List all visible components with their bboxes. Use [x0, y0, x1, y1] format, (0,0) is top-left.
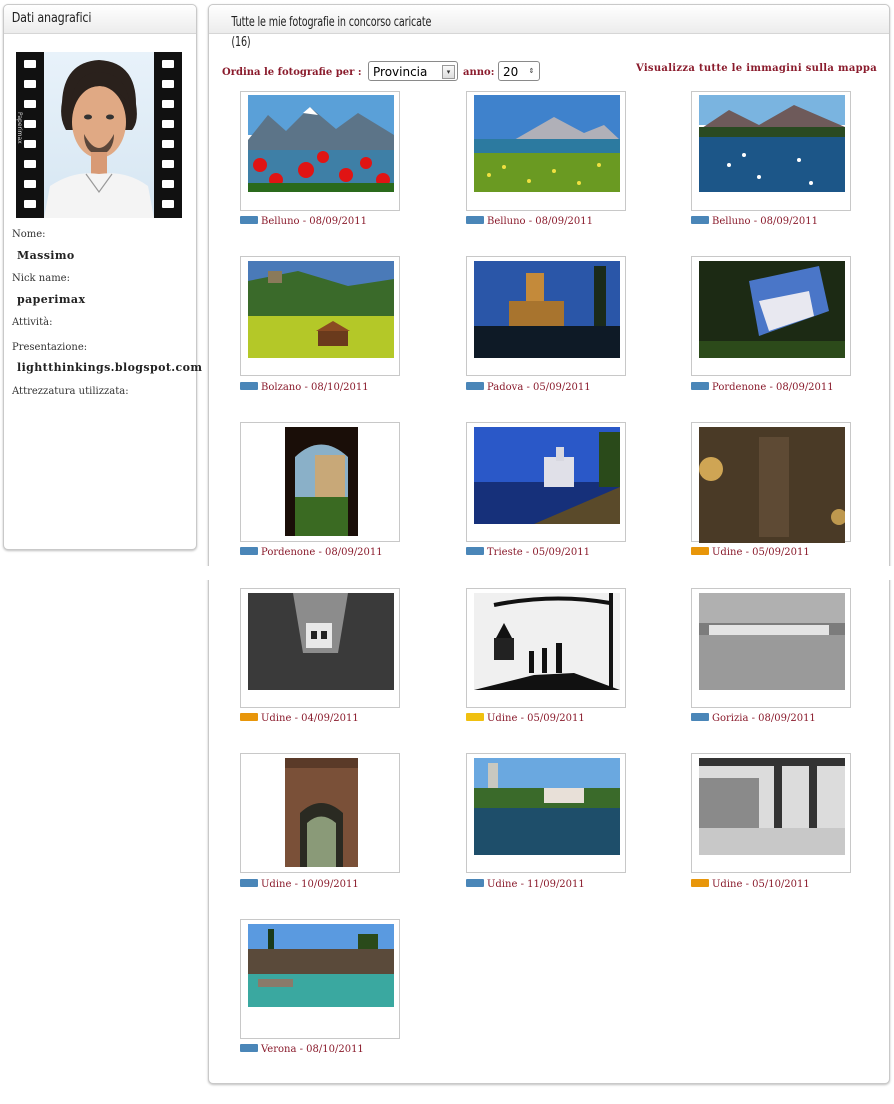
- photo-thumbnail[interactable]: [691, 422, 851, 543]
- nickname-value: paperimax: [17, 293, 86, 306]
- photo-thumbnail[interactable]: [466, 422, 626, 542]
- page-gap: [200, 566, 894, 580]
- region-flag-icon: [691, 713, 709, 721]
- equipment-label: Attrezzatura utilizzata:: [12, 386, 129, 397]
- region-flag-icon: [240, 216, 258, 224]
- photo-caption[interactable]: Gorizia - 08/09/2011: [691, 713, 816, 724]
- region-flag-icon: [691, 547, 709, 555]
- photo-caption[interactable]: Udine - 04/09/2011: [240, 713, 359, 724]
- photo-thumbnail[interactable]: [691, 256, 851, 376]
- photo-thumbnail[interactable]: [240, 753, 400, 873]
- avatar-film-text: Paperimax: [16, 112, 23, 144]
- photo-thumbnail[interactable]: [691, 91, 851, 211]
- presentation-label: Presentazione:: [12, 342, 88, 353]
- photo-caption[interactable]: Udine - 05/09/2011: [691, 547, 810, 558]
- avatar: Paperimax: [16, 52, 182, 218]
- presentation-value: lightthinkings.blogspot.com: [17, 361, 203, 374]
- region-flag-icon: [691, 382, 709, 390]
- photo-thumbnail[interactable]: [466, 588, 626, 708]
- film-strip-right: [154, 52, 182, 218]
- photo-thumbnail[interactable]: [466, 91, 626, 211]
- region-flag-icon: [466, 382, 484, 390]
- region-flag-icon: [691, 216, 709, 224]
- photo-caption[interactable]: Udine - 05/10/2011: [691, 879, 810, 890]
- photo-thumbnail[interactable]: [240, 919, 400, 1039]
- name-label: Nome:: [12, 229, 46, 240]
- region-flag-icon: [466, 879, 484, 887]
- profile-panel: Dati anagrafici Paperimax Nome: Massimo …: [3, 4, 202, 550]
- region-flag-icon: [240, 382, 258, 390]
- region-flag-icon: [691, 879, 709, 887]
- photo-thumbnail[interactable]: [466, 256, 626, 376]
- nickname-label: Nick name:: [12, 273, 70, 284]
- sort-select-value: Provincia: [373, 65, 428, 79]
- photo-thumbnail[interactable]: [240, 91, 400, 211]
- chevron-down-icon: ⇕: [528, 67, 535, 75]
- photo-thumbnail[interactable]: [466, 753, 626, 873]
- sort-label: Ordina le fotografie per :: [222, 67, 362, 78]
- photo-caption[interactable]: Pordenone - 08/09/2011: [240, 547, 383, 558]
- gallery-title: Tutte le mie fotografie in concorso cari…: [231, 15, 432, 30]
- profile-panel-title: Dati anagrafici: [11, 11, 92, 26]
- photo-caption[interactable]: Udine - 10/09/2011: [240, 879, 359, 890]
- photo-count: (16): [231, 35, 251, 50]
- region-flag-icon: [466, 713, 484, 721]
- profile-panel-header: Dati anagrafici: [4, 5, 196, 34]
- region-flag-icon: [466, 547, 484, 555]
- region-flag-icon: [240, 713, 258, 721]
- year-select-value: 20: [503, 65, 519, 79]
- photo-thumbnail[interactable]: [240, 256, 400, 376]
- photo-caption[interactable]: Padova - 05/09/2011: [466, 382, 591, 393]
- photo-thumbnail[interactable]: [691, 588, 851, 708]
- gallery-panel-header: Tutte le mie fotografie in concorso cari…: [209, 5, 889, 50]
- sort-select[interactable]: Provincia ▾: [368, 61, 458, 81]
- photo-caption[interactable]: Belluno - 08/09/2011: [240, 216, 367, 227]
- year-select[interactable]: 20 ⇕: [498, 61, 540, 81]
- photo-caption[interactable]: Trieste - 05/09/2011: [466, 547, 590, 558]
- photo-caption[interactable]: Verona - 08/10/2011: [240, 1044, 364, 1055]
- chevron-down-icon: ▾: [442, 65, 455, 79]
- region-flag-icon: [240, 547, 258, 555]
- activity-label: Attività:: [12, 317, 53, 328]
- photo-caption[interactable]: Pordenone - 08/09/2011: [691, 382, 834, 393]
- region-flag-icon: [240, 879, 258, 887]
- portrait: [44, 52, 154, 218]
- photo-thumbnail[interactable]: [240, 588, 400, 708]
- year-label: anno:: [463, 67, 495, 78]
- photo-caption[interactable]: Udine - 05/09/2011: [466, 713, 585, 724]
- photo-caption[interactable]: Belluno - 08/09/2011: [691, 216, 818, 227]
- name-value: Massimo: [17, 249, 75, 262]
- region-flag-icon: [240, 1044, 258, 1052]
- photo-thumbnail[interactable]: [691, 753, 851, 873]
- photo-thumbnail[interactable]: [240, 422, 400, 542]
- photo-caption[interactable]: Belluno - 08/09/2011: [466, 216, 593, 227]
- map-view-link[interactable]: Visualizza tutte le immagini sulla mappa: [636, 63, 877, 74]
- region-flag-icon: [466, 216, 484, 224]
- photo-caption[interactable]: Bolzano - 08/10/2011: [240, 382, 369, 393]
- photo-caption[interactable]: Udine - 11/09/2011: [466, 879, 585, 890]
